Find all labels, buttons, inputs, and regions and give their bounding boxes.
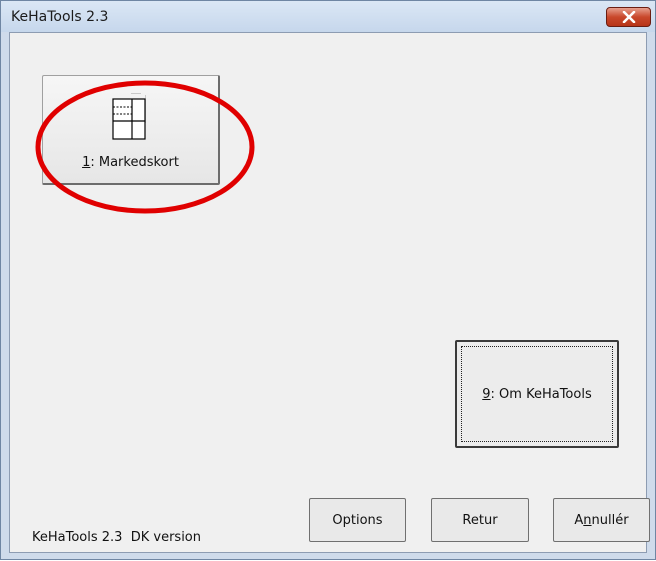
om-kehatools-shortcut: 9 [482, 386, 491, 402]
annuller-text-end: nullér [591, 512, 629, 528]
title-bar[interactable]: KeHaTools 2.3 [1, 1, 655, 32]
close-icon [622, 11, 635, 23]
om-kehatools-text: : Om KeHaTools [490, 386, 592, 402]
annuller-button[interactable]: An nullér [553, 498, 650, 542]
om-kehatools-button[interactable]: 9: Om KeHaTools [455, 340, 619, 448]
close-button[interactable] [606, 7, 651, 27]
options-button[interactable]: Options [309, 498, 406, 542]
dialog-window: KeHaTools 2.3 1: Markedskort 9: Om KeHaT… [0, 0, 656, 560]
window-title: KeHaTools 2.3 [11, 9, 109, 25]
dialog-client-area: 1: Markedskort 9: Om KeHaTools KeHaTools… [9, 32, 650, 553]
annuller-text-start: A [574, 512, 584, 528]
table-sheet-icon [111, 93, 146, 140]
markedskort-button[interactable]: 1: Markedskort [42, 75, 220, 185]
om-kehatools-label: 9: Om KeHaTools [482, 387, 591, 402]
annuller-shortcut: n [583, 512, 592, 528]
version-status-text: KeHaTools 2.3 DK version [32, 530, 201, 545]
retur-button[interactable]: Retur [431, 498, 529, 542]
markedskort-label: 1: Markedskort [82, 155, 179, 170]
markedskort-text: : Markedskort [90, 155, 179, 170]
